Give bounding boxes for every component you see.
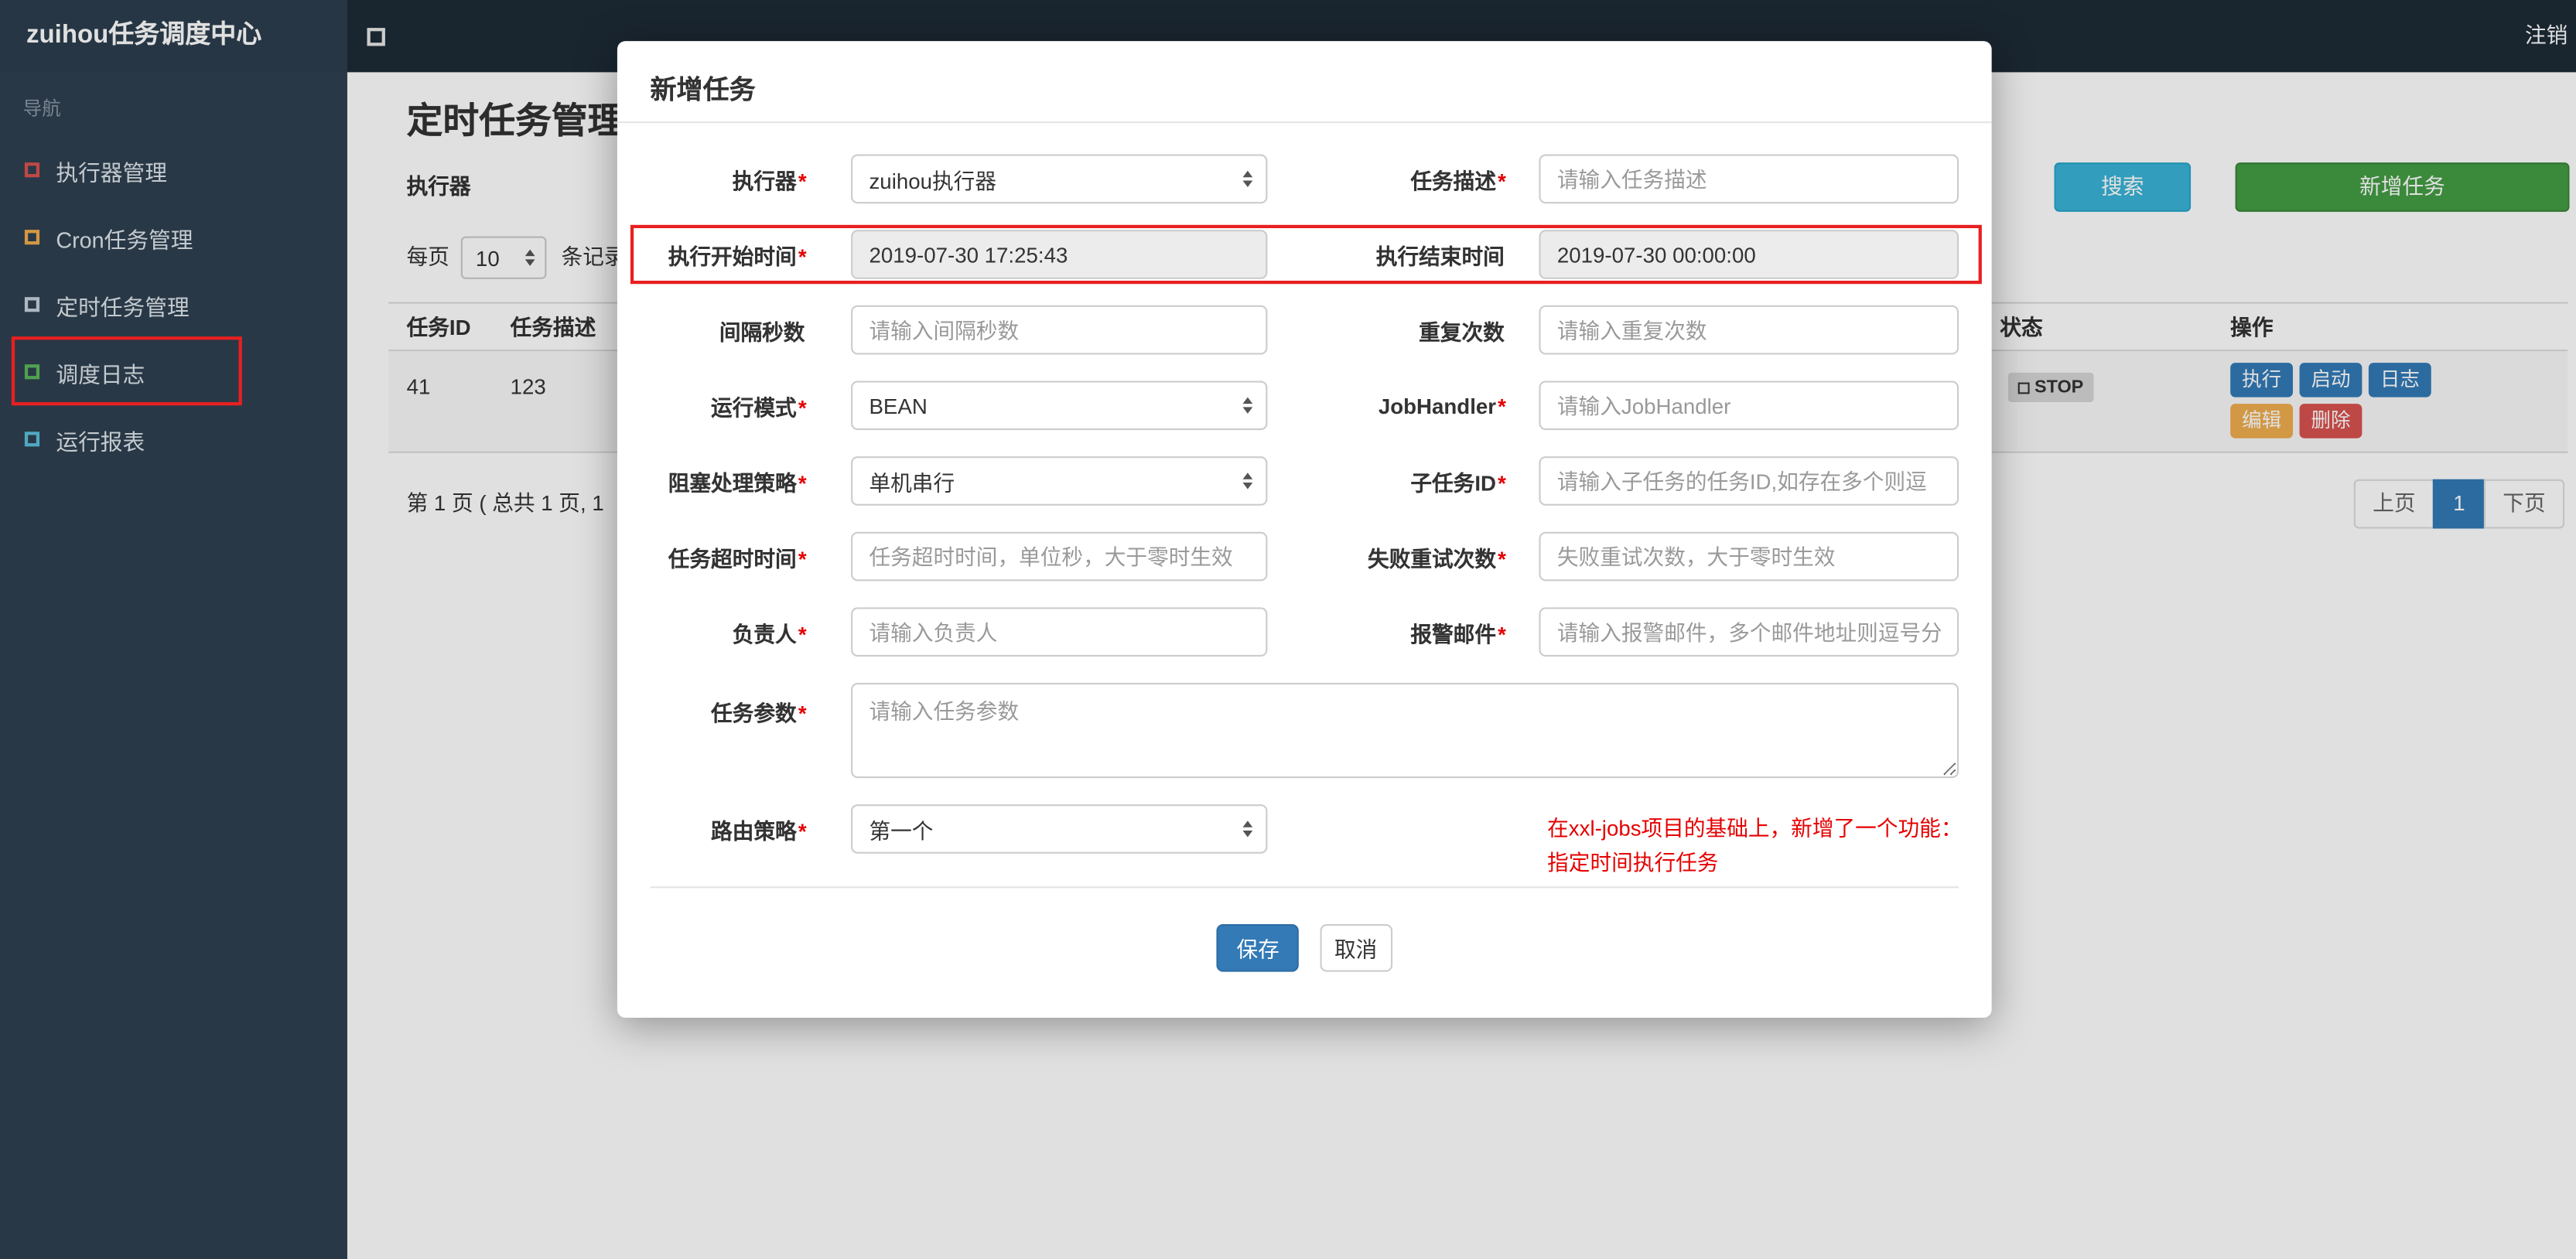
form-row: 执行器 * zuihou执行器 任务描述 *	[650, 154, 1959, 204]
timeout-input[interactable]	[851, 531, 1268, 582]
field-label: 执行器 *	[732, 168, 807, 193]
executor-select[interactable]: zuihou执行器	[851, 154, 1268, 204]
form-row-highlighted: 执行开始时间* 执行结束时间	[650, 230, 1959, 279]
form-row: 间隔秒数 重复次数	[650, 305, 1959, 355]
field-label: 阻塞处理策略 *	[668, 470, 807, 495]
select-value: BEAN	[869, 393, 928, 418]
field-label: 任务超时时间 *	[668, 545, 807, 571]
select-arrows-icon	[1242, 821, 1253, 838]
modal-title: 新增任务	[617, 41, 1992, 124]
alarm-email-input[interactable]	[1539, 607, 1959, 657]
field-label: 间隔秒数	[719, 319, 805, 344]
form-row: 负责人* 报警邮件*	[650, 607, 1959, 657]
form-row: 运行模式 * BEAN JobHandler *	[650, 380, 1959, 431]
modal-footer: 保存 取消	[617, 924, 1992, 972]
block-strategy-select[interactable]: 单机串行	[851, 456, 1268, 506]
field-label: 任务描述 *	[1410, 168, 1506, 193]
field-label: 负责人 *	[732, 621, 807, 647]
owner-input[interactable]	[851, 607, 1268, 657]
child-task-id-input[interactable]	[1539, 456, 1959, 506]
task-desc-input[interactable]	[1539, 154, 1959, 204]
repeat-count-input[interactable]	[1539, 305, 1959, 355]
cancel-button[interactable]: 取消	[1319, 924, 1392, 972]
form-row: 任务参数 *	[650, 683, 1959, 779]
field-label: 执行开始时间 *	[668, 244, 807, 269]
field-label: 任务参数 *	[711, 701, 807, 726]
select-arrows-icon	[1242, 170, 1253, 187]
select-value: zuihou执行器	[869, 168, 996, 193]
feature-note: 在xxl-jobs项目的基础上，新增了一个功能：指定时间执行任务	[1547, 815, 1963, 875]
form-row: 阻塞处理策略 * 单机串行 子任务ID *	[650, 456, 1959, 506]
form-row: 任务超时时间* 失败重试次数*	[650, 531, 1959, 582]
run-mode-select[interactable]: BEAN	[851, 380, 1268, 431]
field-label: 重复次数	[1419, 319, 1505, 344]
app-root: zuihou任务调度中心 注销 导航 执行器管理 Cron任务管理 定时任务管理…	[0, 0, 2576, 1259]
end-time-input[interactable]	[1539, 230, 1959, 279]
field-label: 报警邮件 *	[1410, 621, 1506, 647]
modal-divider	[650, 886, 1959, 889]
field-label: JobHandler *	[1378, 393, 1506, 418]
interval-seconds-input[interactable]	[851, 305, 1268, 355]
field-label: 子任务ID *	[1410, 470, 1506, 495]
add-task-modal: 新增任务 执行器* zuihou执行器 任务描述* 执行开始时间* 执行结束时间…	[617, 41, 1992, 1018]
task-params-textarea[interactable]	[851, 683, 1959, 779]
field-label: 路由策略 *	[711, 818, 807, 843]
route-strategy-select[interactable]: 第一个	[851, 804, 1268, 854]
select-arrows-icon	[1242, 473, 1253, 490]
save-button[interactable]: 保存	[1217, 924, 1300, 972]
field-label: 执行结束时间	[1375, 244, 1505, 269]
select-value: 单机串行	[869, 470, 955, 495]
field-label: 失败重试次数 *	[1368, 545, 1506, 571]
modal-body: 执行器* zuihou执行器 任务描述* 执行开始时间* 执行结束时间 间隔秒数…	[617, 123, 1992, 854]
field-label: 运行模式 *	[711, 394, 807, 420]
retry-count-input[interactable]	[1539, 531, 1959, 582]
select-value: 第一个	[869, 818, 934, 843]
select-arrows-icon	[1242, 397, 1253, 414]
start-time-input[interactable]	[851, 230, 1268, 279]
jobhandler-input[interactable]	[1539, 380, 1959, 431]
